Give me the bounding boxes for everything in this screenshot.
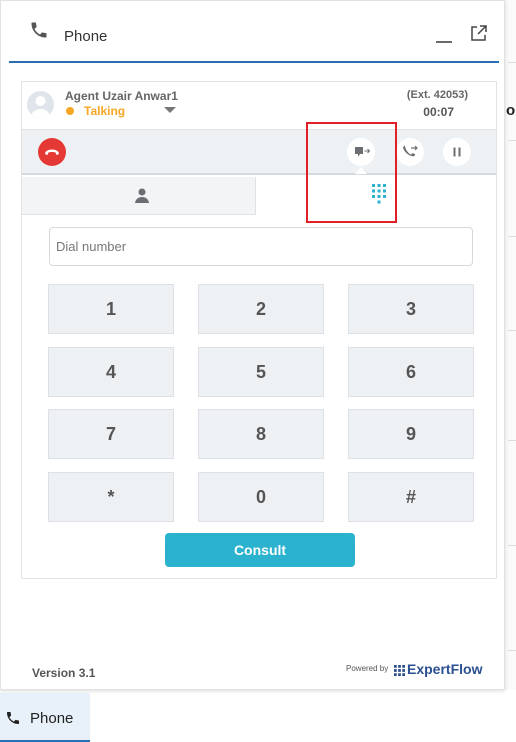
agent-info: Agent Uzair Anwar1 Talking (Ext. 42053) … <box>22 82 496 129</box>
agent-name: Agent Uzair Anwar1 <box>65 89 178 103</box>
dialpad-key-8[interactable]: 8 <box>198 409 324 459</box>
call-controls-bar <box>22 129 496 175</box>
dialpad-key-3[interactable]: 3 <box>348 284 474 334</box>
window-header: Phone <box>9 13 499 63</box>
dial-number-input[interactable] <box>49 227 473 266</box>
chevron-down-icon[interactable] <box>164 107 176 113</box>
phone-icon <box>7 712 19 724</box>
consult-call-icon <box>403 145 418 157</box>
pause-icon <box>453 147 461 157</box>
background-text: o <box>506 102 516 119</box>
person-icon <box>135 188 149 203</box>
background-divider <box>508 545 516 546</box>
background-divider <box>508 62 516 63</box>
avatar-person-icon <box>30 96 51 118</box>
version-label: Version 3.1 <box>32 666 96 680</box>
dialpad-key-star[interactable]: * <box>48 472 174 522</box>
background-divider <box>508 650 516 651</box>
expertflow-logo-icon <box>394 664 405 676</box>
external-link-icon[interactable] <box>469 23 489 43</box>
phone-icon <box>31 22 47 38</box>
hold-button[interactable] <box>443 138 471 166</box>
dialpad-key-5[interactable]: 5 <box>198 347 324 397</box>
hang-up-icon <box>45 149 59 155</box>
dialpad-key-2[interactable]: 2 <box>198 284 324 334</box>
dialpad-key-7[interactable]: 7 <box>48 409 174 459</box>
window-title: Phone <box>64 28 108 45</box>
panel-tabs <box>22 177 496 215</box>
minimize-icon[interactable] <box>434 25 454 45</box>
dialpad-key-1[interactable]: 1 <box>48 284 174 334</box>
annotation-highlight-box <box>306 122 397 223</box>
tab-contacts[interactable] <box>22 177 256 215</box>
background-divider <box>508 330 516 331</box>
dialpad-key-hash[interactable]: # <box>348 472 474 522</box>
brand-logo: ExpertFlow <box>394 661 482 677</box>
end-call-button[interactable] <box>38 138 66 166</box>
agent-extension: (Ext. 42053) <box>406 89 468 101</box>
call-timer: 00:07 <box>423 105 454 119</box>
background-divider <box>508 440 516 441</box>
taskbar-phone-tab[interactable]: Phone <box>0 693 90 742</box>
background-divider <box>508 140 516 141</box>
screen: o Phone Agent Uzair Anwar1 Talking (Ext.… <box>0 0 516 742</box>
status-indicator <box>66 107 74 115</box>
dialpad-key-6[interactable]: 6 <box>348 347 474 397</box>
background-divider <box>508 236 516 237</box>
brand-name: ExpertFlow <box>407 661 483 677</box>
consult-button[interactable]: Consult <box>165 533 355 567</box>
dialpad-key-0[interactable]: 0 <box>198 472 324 522</box>
phone-window: Phone Agent Uzair Anwar1 Talking (Ext. 4… <box>0 0 505 690</box>
consult-call-button[interactable] <box>396 138 424 166</box>
dialpad-key-4[interactable]: 4 <box>48 347 174 397</box>
powered-by-label: Powered by <box>346 664 389 673</box>
dialpad-key-9[interactable]: 9 <box>348 409 474 459</box>
avatar <box>27 91 54 118</box>
taskbar-label: Phone <box>30 710 74 727</box>
call-panel: Agent Uzair Anwar1 Talking (Ext. 42053) … <box>21 81 497 579</box>
agent-status[interactable]: Talking <box>84 104 125 118</box>
